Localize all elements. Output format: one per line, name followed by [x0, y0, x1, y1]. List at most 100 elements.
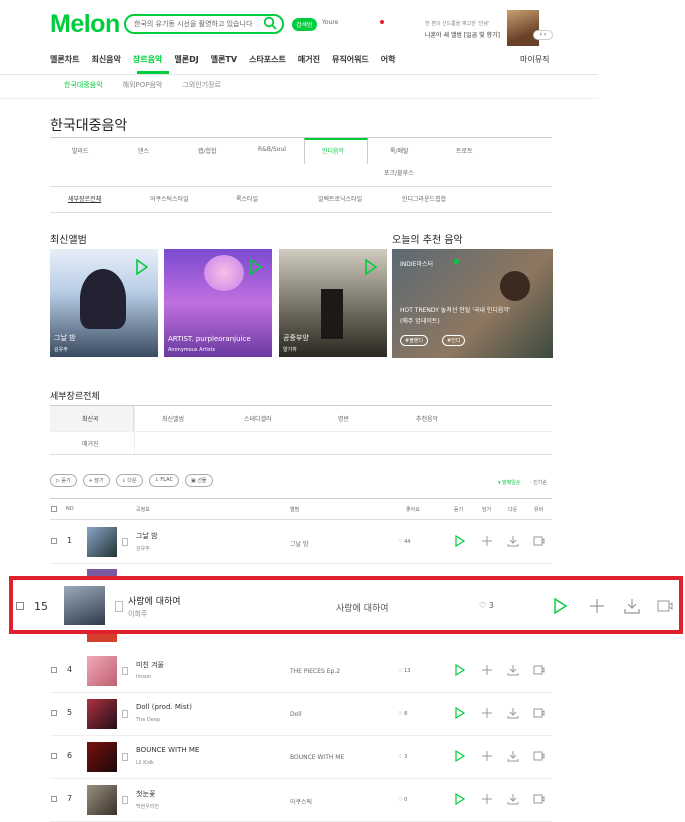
row-album[interactable]: Doll [290, 711, 302, 718]
highlighted-song-row[interactable]: 15 사랑에 대하여 이희주 사랑에 대하여 ♡ 3 [9, 576, 683, 634]
subnav-other[interactable]: 그외인기장르 [182, 80, 221, 90]
select-all-checkbox[interactable] [51, 506, 57, 512]
genre-tab-hiphop[interactable]: 랩/힙합 [198, 146, 217, 155]
download-button[interactable]: ↓ 다운 [115, 474, 143, 487]
download-icon[interactable] [507, 793, 519, 805]
nav-item-chart[interactable]: 멜론차트 [50, 54, 79, 65]
add-icon[interactable] [481, 664, 493, 676]
row-album[interactable]: 아쿠스틱 [290, 797, 312, 806]
subgenre-rock[interactable]: 록스타일 [236, 194, 258, 203]
add-icon[interactable] [481, 750, 493, 762]
play-icon[interactable] [454, 793, 466, 805]
gift-button[interactable]: ▣ 선물 [185, 474, 213, 487]
row-artist[interactable]: 백현우리진 [136, 803, 159, 810]
mv-icon[interactable] [533, 664, 545, 676]
add-button[interactable]: + 담기 [82, 474, 110, 487]
subnav-pop[interactable]: 해외POP음악 [123, 80, 163, 90]
row-like[interactable]: ♡ 13 [398, 668, 410, 674]
row-album-thumb[interactable] [87, 742, 117, 772]
subnav-korean[interactable]: 한국대중음악 [64, 80, 103, 90]
detail-tab-classic[interactable]: 명반 [338, 414, 349, 423]
row-album[interactable]: 그날 밤 [290, 539, 308, 548]
row-checkbox[interactable] [51, 667, 57, 673]
mv-icon[interactable] [533, 707, 545, 719]
song-info-icon[interactable] [115, 601, 123, 612]
row-artist[interactable]: Lil Kidk [136, 760, 154, 766]
row-song-title[interactable]: BOUNCE WITH ME [136, 746, 199, 754]
play-icon[interactable] [250, 259, 262, 275]
row-album[interactable]: THE PIECES Ep.2 [290, 668, 340, 675]
mv-icon[interactable] [533, 750, 545, 762]
nav-item-latest[interactable]: 최신음악 [91, 54, 120, 65]
promo-image[interactable] [507, 10, 539, 46]
table-row[interactable]: 4 미친 겨울 Imsoo THE PIECES Ep.2 ♡ 13 [50, 650, 552, 693]
search-input[interactable]: 한국의 유기동 시선을 촬영하고 있습니다 [124, 14, 284, 34]
download-icon[interactable] [624, 598, 640, 614]
mv-icon[interactable] [533, 535, 545, 547]
album-title[interactable]: 그날 밤 [54, 333, 76, 343]
genre-tab-trot[interactable]: 트로트 [456, 146, 473, 155]
recommend-card[interactable]: INDIE마스터 HOT TRENDY 놓쳐선 안될 '국내 인디음악' (매주… [392, 249, 553, 358]
nav-item-language[interactable]: 어학 [381, 54, 396, 65]
row-artist[interactable]: Imsoo [136, 674, 151, 680]
row-album-thumb[interactable] [87, 699, 117, 729]
flac-button[interactable]: ↓ FLAC [148, 474, 179, 487]
row-song-title[interactable]: 그날 밤 [136, 531, 158, 541]
row-album[interactable]: 사랑에 대하여 [336, 601, 389, 614]
mv-icon[interactable] [657, 598, 673, 614]
table-row[interactable]: 1 그날 밤 김유주 그날 밤 ♡ 44 [50, 521, 552, 564]
add-icon[interactable] [481, 707, 493, 719]
detail-tab-latest-song[interactable]: 최신곡 [82, 414, 99, 423]
song-info-icon[interactable] [122, 710, 128, 718]
row-artist[interactable]: The Deep [136, 717, 160, 723]
detail-tab-steady[interactable]: 스테디셀러 [244, 414, 272, 423]
download-icon[interactable] [507, 535, 519, 547]
play-icon[interactable] [365, 259, 377, 275]
row-album-thumb[interactable] [87, 785, 117, 815]
album-title[interactable]: ARTIST. purpleoranjuice [168, 335, 251, 343]
subgenre-acoustic[interactable]: 어쿠스틱스타일 [150, 194, 189, 203]
song-info-icon[interactable] [122, 753, 128, 761]
search-badge[interactable]: 검색방 [292, 18, 317, 31]
download-icon[interactable] [507, 750, 519, 762]
play-icon[interactable] [552, 598, 568, 614]
song-info-icon[interactable] [122, 538, 128, 546]
subgenre-electronic[interactable]: 일렉트로닉스타일 [318, 194, 362, 203]
row-like[interactable]: ♡ 44 [398, 539, 410, 545]
row-checkbox[interactable] [51, 796, 57, 802]
nav-item-starpost[interactable]: 스타포스트 [249, 54, 286, 65]
row-like[interactable]: ♡ 3 [479, 601, 494, 610]
album-artist[interactable]: 김유주 [54, 346, 68, 353]
row-album-thumb[interactable] [87, 527, 117, 557]
table-row[interactable]: 7 첫눈꽃 백현우리진 아쿠스틱 ♡ 0 [50, 779, 552, 822]
row-artist[interactable]: 이희주 [128, 609, 147, 619]
row-song-title[interactable]: 사랑에 대하여 [128, 594, 181, 607]
subgenre-hiphop[interactable]: 인디그라운드힙합 [402, 194, 446, 203]
song-info-icon[interactable] [122, 667, 128, 675]
user-hint[interactable]: Youre [322, 19, 338, 26]
sort-popular[interactable]: · 인기순 [530, 479, 547, 486]
sort-release[interactable]: ▾ 발매일순 [498, 479, 521, 486]
row-artist[interactable]: 김유주 [136, 545, 150, 552]
promo-text[interactable]: 한 편의 신드롬을 예고한 '안녕' [425, 20, 489, 27]
detail-tab-latest-album[interactable]: 최신앨범 [162, 414, 184, 423]
nav-item-dj[interactable]: 멜론DJ [174, 54, 198, 65]
row-checkbox[interactable] [51, 710, 57, 716]
nav-item-awards[interactable]: 뮤직어워드 [332, 54, 369, 65]
album-artist[interactable]: Anonymous Artists [168, 347, 215, 353]
play-icon[interactable] [136, 259, 148, 275]
album-card[interactable]: 그날 밤 김유주 [50, 249, 158, 357]
promo-nav-arrows-icon[interactable]: ‹ › [533, 30, 553, 40]
subgenre-all[interactable]: 세부장르전체 [68, 194, 101, 203]
download-icon[interactable] [507, 707, 519, 719]
search-icon[interactable] [263, 16, 277, 30]
row-checkbox[interactable] [51, 753, 57, 759]
row-album[interactable]: BOUNCE WITH ME [290, 754, 344, 761]
download-icon[interactable] [507, 664, 519, 676]
genre-tab-rock[interactable]: 록/메탈 [390, 146, 409, 155]
detail-tab-recommend[interactable]: 추천음악 [416, 414, 438, 423]
melon-logo[interactable]: Melon [50, 10, 120, 39]
album-artist[interactable]: 알기하 [283, 346, 297, 353]
table-row[interactable]: 6 BOUNCE WITH ME Lil Kidk BOUNCE WITH ME… [50, 736, 552, 779]
add-icon[interactable] [481, 535, 493, 547]
